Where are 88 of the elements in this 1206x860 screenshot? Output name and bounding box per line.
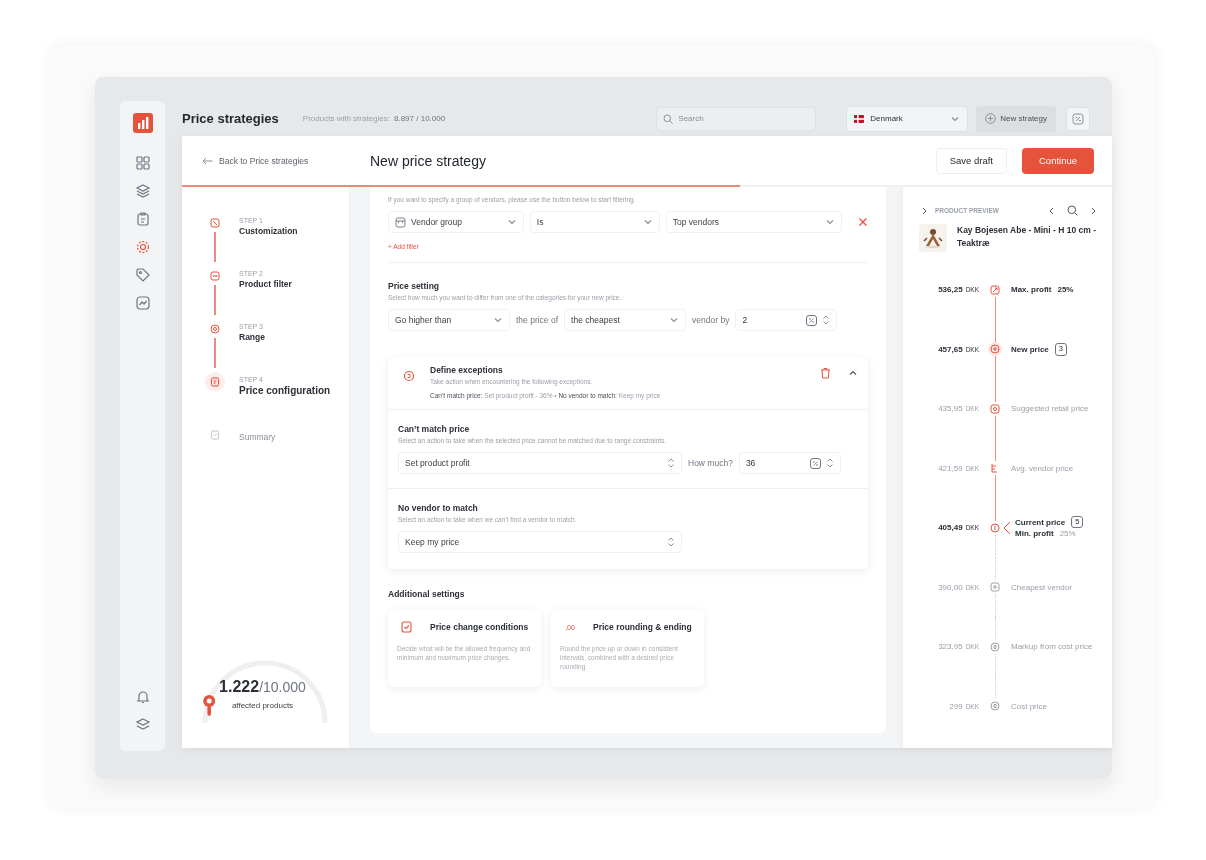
store-icon: [395, 216, 406, 228]
gear-icon[interactable]: [134, 239, 151, 255]
back-link[interactable]: Back to Price strategies: [202, 155, 370, 166]
chevron-down-icon: [669, 315, 680, 325]
inline-label: How much?: [688, 458, 733, 468]
price-value: 390,00: [938, 582, 963, 592]
chevron-down-icon: [506, 217, 517, 227]
price-value: 457,65: [938, 344, 963, 354]
stepper-icon: [667, 536, 675, 548]
stats-value: 8.897 / 10.000: [394, 114, 446, 123]
remove-icon[interactable]: [858, 217, 868, 227]
modal-title: New price strategy: [370, 152, 486, 169]
chevron-up-icon[interactable]: [848, 368, 858, 378]
price-value: 536,25: [938, 285, 963, 295]
amount-field[interactable]: 2: [735, 309, 838, 331]
card-title: Price rounding & ending: [593, 622, 692, 632]
affected-count: 1.222: [219, 678, 260, 695]
direction-select[interactable]: Go higher than: [388, 309, 510, 331]
search-icon: [663, 113, 674, 124]
clipboard-icon[interactable]: [134, 211, 151, 227]
vendor-value-select[interactable]: Top vendors: [665, 211, 843, 233]
step-title[interactable]: Product filter: [239, 279, 292, 289]
search-field[interactable]: Search: [656, 106, 817, 131]
trash-icon[interactable]: [820, 367, 831, 379]
flag-icon: [854, 114, 865, 123]
percent-value: 25%: [1059, 528, 1076, 540]
price-value: 421,59: [938, 463, 963, 473]
price-value: 323,95: [938, 642, 963, 652]
action-select[interactable]: Set product profit: [398, 452, 682, 474]
bar-chart-logo-icon: [132, 113, 153, 133]
section-title: Price setting: [388, 281, 441, 291]
continue-button[interactable]: Continue: [1022, 147, 1094, 174]
section-title: No vendor to match: [398, 503, 479, 513]
point-label: Cost price: [1011, 700, 1047, 712]
inline-label: the price of: [516, 315, 559, 325]
total-count: /10.000: [259, 679, 306, 695]
action-select[interactable]: Keep my price: [398, 531, 682, 553]
layers-icon[interactable]: [134, 183, 151, 199]
product-name: Kay Bojesen Abe - Mini - H 10 cm - Teaktræ: [957, 224, 1098, 250]
save-draft-button[interactable]: Save draft: [935, 147, 1007, 174]
percent-icon: [806, 314, 818, 326]
chevron-down-icon: [493, 315, 503, 325]
bell-icon[interactable]: [134, 689, 151, 705]
section-title: Can’t match price: [398, 424, 471, 434]
new-strategy-button[interactable]: New strategy: [976, 105, 1056, 132]
plus-circle-icon: [985, 113, 997, 124]
point-label: Suggested retail price: [1011, 403, 1089, 415]
stepper-icon: [822, 314, 831, 326]
step-title[interactable]: Range: [239, 332, 265, 342]
chevron-down-icon: [642, 217, 653, 227]
price-value: 299: [949, 701, 963, 711]
tag-icon[interactable]: [134, 267, 151, 283]
vendor-group-select[interactable]: Vendor group: [388, 211, 524, 233]
point-label: Avg. vendor price: [1011, 462, 1074, 474]
page-title: Price strategies: [182, 111, 279, 126]
point-label: Cheapest vendor: [1011, 581, 1072, 593]
stepper-icon: [825, 457, 834, 469]
stepper-icon: [667, 457, 675, 469]
card-title: Define exceptions: [430, 365, 504, 375]
point-label: Max. profit: [1011, 284, 1052, 296]
bracket-icon: [1003, 520, 1011, 535]
target-select[interactable]: the cheapest: [564, 309, 687, 331]
grid-icon[interactable]: [134, 155, 151, 171]
stats-label: Products with strategies:: [302, 114, 390, 123]
step-title[interactable]: Price configuration: [239, 385, 331, 396]
settings-button[interactable]: [1066, 106, 1090, 131]
inline-label: vendor by: [692, 315, 730, 325]
point-label: Markup from cost price: [1011, 641, 1093, 653]
card-title: Price change conditions: [430, 622, 529, 632]
amount-field[interactable]: 36: [738, 452, 841, 474]
percent-value: 25%: [1057, 284, 1074, 296]
percent-icon: [809, 457, 821, 469]
point-label: New price: [1011, 343, 1049, 355]
affected-label: affected products: [230, 701, 295, 710]
step-title[interactable]: Customization: [239, 226, 298, 236]
section-title: Additional settings: [388, 589, 466, 599]
country-select[interactable]: Denmark: [846, 105, 969, 132]
operator-select[interactable]: Is: [529, 211, 660, 233]
chart-icon[interactable]: [134, 295, 151, 311]
point-label: Current price: [1015, 516, 1066, 528]
price-value: 405,49: [938, 523, 963, 533]
point-label: Min. profit: [1015, 528, 1054, 540]
calculator-icon: [1072, 112, 1084, 125]
search-icon[interactable]: [1067, 205, 1078, 216]
chevron-down-icon: [825, 217, 836, 227]
price-value: 435,95: [938, 404, 963, 414]
step-title[interactable]: Summary: [239, 432, 276, 442]
arrow-left-icon: [202, 156, 213, 165]
